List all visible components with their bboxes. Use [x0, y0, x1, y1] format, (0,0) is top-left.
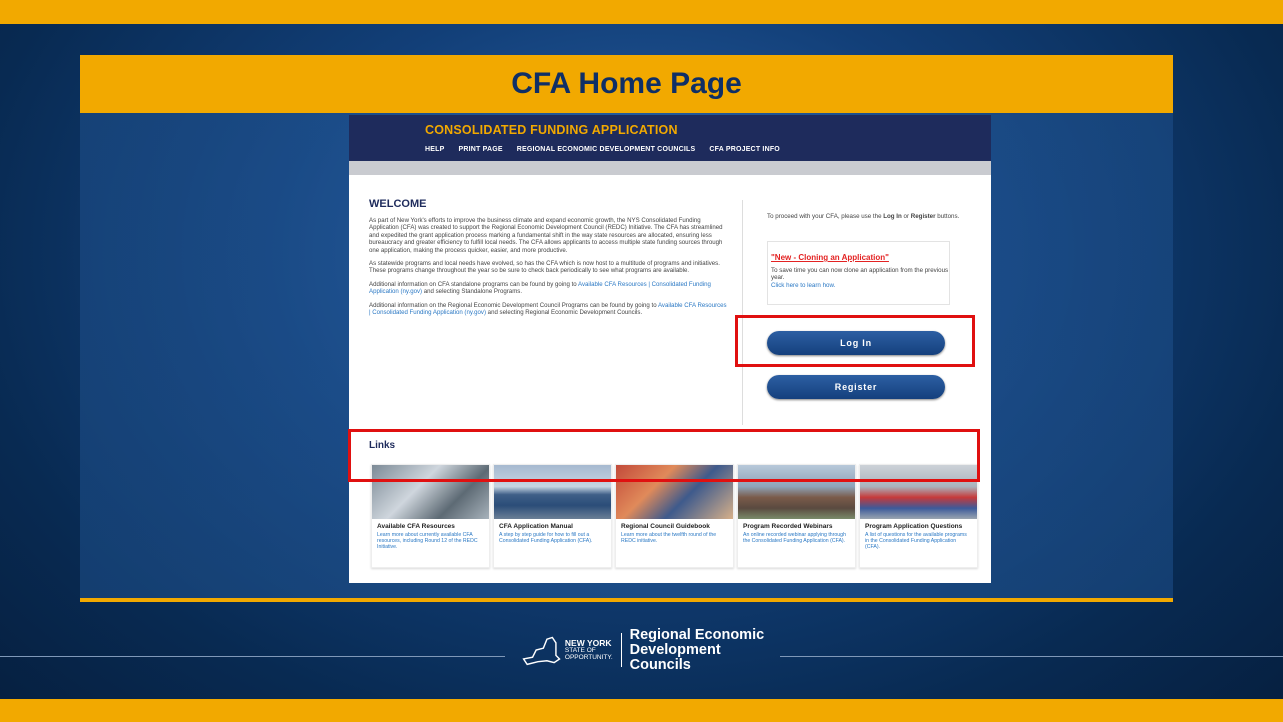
card-title: CFA Application Manual [499, 523, 573, 530]
nav-cfa-project-info[interactable]: CFA PROJECT INFO [709, 146, 780, 153]
footer-rule-left [0, 656, 505, 657]
redc-wordmark: Regional Economic Development Councils [629, 626, 765, 673]
card-description[interactable]: Learn more about the twelfth round of th… [621, 532, 728, 544]
welcome-paragraph-1: As part of New York's efforts to improve… [369, 217, 723, 254]
register-button[interactable]: Register [767, 375, 945, 399]
site-header [349, 115, 991, 161]
site-brand[interactable]: CONSOLIDATED FUNDING APPLICATION [425, 123, 678, 137]
header-strip [349, 161, 991, 175]
card-description[interactable]: A list of questions for the available pr… [865, 532, 972, 550]
footer-rule-right [780, 656, 1283, 657]
card-title: Program Application Questions [865, 523, 963, 530]
account-panel: To proceed with your CFA, please use the… [767, 213, 967, 399]
footer-logo: NEW YORK STATE OF OPPORTUNITY. Regional … [520, 626, 770, 673]
cloning-notice: "New - Cloning an Application" To save t… [767, 241, 950, 305]
card-title: Program Recorded Webinars [743, 523, 833, 530]
cloning-text: To save time you can now clone an applic… [771, 267, 949, 282]
new-york-state-icon [522, 636, 561, 666]
nav-print-page[interactable]: PRINT PAGE [458, 146, 502, 153]
login-highlight-box [735, 315, 975, 367]
logo-separator [620, 633, 622, 667]
card-title: Regional Council Guidebook [621, 523, 710, 530]
welcome-paragraph-3: Additional information on CFA standalone… [369, 280, 711, 296]
nav-redc[interactable]: REGIONAL ECONOMIC DEVELOPMENT COUNCILS [517, 146, 696, 153]
nys-wordmark: NEW YORK STATE OF OPPORTUNITY. [564, 637, 613, 661]
top-gold-bar [0, 0, 1283, 24]
card-description[interactable]: An online recorded webinar applying thro… [743, 532, 850, 544]
nav-help[interactable]: HELP [425, 146, 444, 153]
welcome-paragraph-4: Additional information on the Regional E… [369, 301, 727, 317]
welcome-paragraph-2: As statewide programs and local needs ha… [369, 260, 720, 275]
site-nav: HELP PRINT PAGE REGIONAL ECONOMIC DEVELO… [425, 146, 780, 153]
card-title: Available CFA Resources [377, 523, 455, 530]
column-divider [742, 200, 743, 425]
slide-title-bar: CFA Home Page [80, 55, 1173, 113]
bottom-gold-bar [0, 699, 1283, 722]
welcome-section: WELCOME As part of New York's efforts to… [369, 198, 729, 322]
links-highlight-box [348, 429, 980, 482]
welcome-heading: WELCOME [369, 198, 427, 210]
proceed-instructions: To proceed with your CFA, please use the… [767, 213, 960, 220]
cloning-learn-link[interactable]: Click here to learn how. [771, 282, 949, 289]
card-description[interactable]: Learn more about currently available CFA… [377, 532, 484, 550]
card-description[interactable]: A step by step guide for how to fill out… [499, 532, 606, 544]
cloning-title[interactable]: "New - Cloning an Application" [771, 253, 949, 262]
slide-title: CFA Home Page [511, 67, 742, 100]
